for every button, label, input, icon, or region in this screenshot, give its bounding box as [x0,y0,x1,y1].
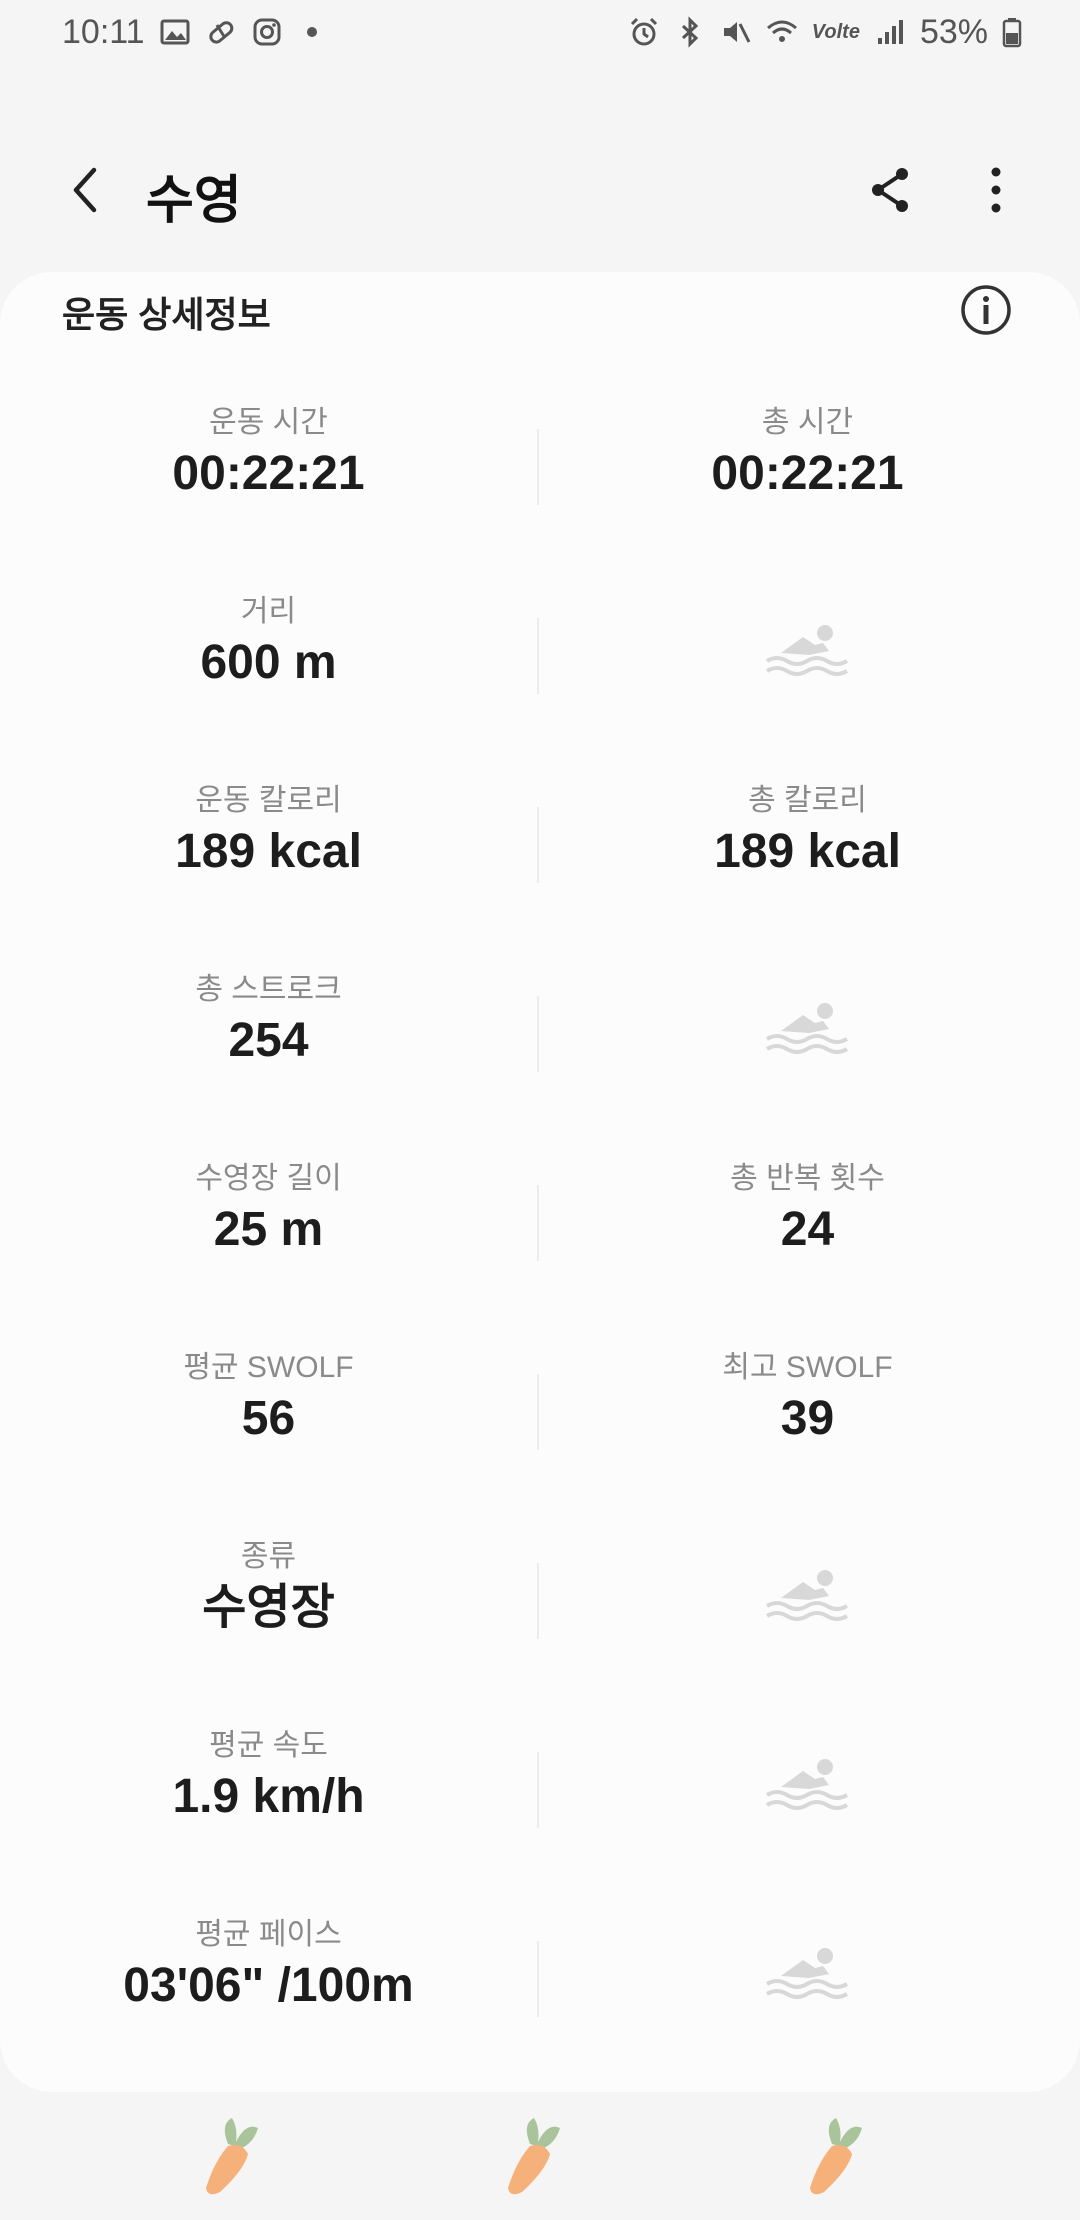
status-time: 10:11 [62,12,145,51]
metric-label: 평균 페이스 [195,1918,342,1951]
info-button[interactable] [958,282,1014,338]
metric-cell: 운동 시간 00:22:21 [0,372,537,561]
metric-value: 39 [780,1392,835,1445]
gallery-icon [160,19,190,45]
metric-cell: 거리 600 m [0,561,537,750]
signal-icon [877,20,903,44]
status-bar-right: Volte 53% [628,13,1022,52]
bluetooth-icon [681,16,698,48]
swimmer-icon [765,625,849,676]
metric-cell: 총 칼로리 189 kcal [539,750,1076,939]
metric-label: 총 반복 횟수 [730,1162,885,1195]
metric-cell: 평균 SWOLF 56 [0,1317,537,1506]
metric-label: 거리 [240,595,297,628]
mute-icon [723,22,751,43]
page-title: 수영 [146,172,242,230]
notification-dot-icon [306,27,317,37]
metric-label: 최고 SWOLF [722,1351,893,1384]
metric-cell: 종류 수영장 [0,1506,537,1695]
metric-label: 총 스트로크 [195,973,342,1006]
metric-value: 수영장 [202,1581,335,1634]
status-bar-left: 10:11 [62,13,317,52]
details-row: 운동 칼로리 189 kcal 총 칼로리 189 kcal [0,750,1080,939]
metric-label: 평균 속도 [209,1729,328,1762]
bottom-decoration-bar [0,2110,1080,2220]
metric-label: 운동 칼로리 [195,784,342,817]
carrot-icon [206,2118,258,2195]
metric-cell: 수영장 길이 25 m [0,1128,537,1317]
workout-details-card: 운동 상세정보 운동 시간 00:22:21 총 시간 00:22:21 거리 … [0,272,1080,2092]
metric-value: 24 [780,1203,835,1256]
swimmer-icon [765,1003,849,1054]
metric-value: 56 [241,1392,296,1445]
details-row: 평균 SWOLF 56 최고 SWOLF 39 [0,1317,1080,1506]
metric-cell [539,1695,1076,1884]
metric-cell [539,939,1076,1128]
details-row: 총 스트로크 254 [0,939,1080,1128]
alarm-icon [630,17,657,46]
details-grid: 운동 시간 00:22:21 총 시간 00:22:21 거리 600 m 운동… [0,372,1080,2073]
metric-cell: 총 반복 횟수 24 [539,1128,1076,1317]
instagram-icon [253,18,281,46]
carrot-icon [810,2118,862,2195]
metric-cell: 총 스트로크 254 [0,939,537,1128]
metric-cell [539,561,1076,750]
metric-label: 종류 [240,1540,297,1573]
swimmer-icon [765,1948,849,1999]
details-row: 거리 600 m [0,561,1080,750]
volte-label: Volte [811,20,860,43]
metric-value: 03'06" /100m [123,1959,414,2012]
metric-cell: 총 시간 00:22:21 [539,372,1076,561]
pill-icon [208,21,233,44]
swimmer-icon [765,1570,849,1621]
share-button[interactable] [862,160,918,220]
carrot-icon [508,2118,560,2195]
metric-cell: 평균 페이스 03'06" /100m [0,1884,537,2073]
details-row: 수영장 길이 25 m 총 반복 횟수 24 [0,1128,1080,1317]
metric-value: 189 kcal [175,825,362,878]
details-row: 종류 수영장 [0,1506,1080,1695]
metric-value: 1.9 km/h [172,1770,365,1823]
metric-label: 총 칼로리 [748,784,867,817]
details-row: 운동 시간 00:22:21 총 시간 00:22:21 [0,372,1080,561]
status-bar: 10:11 Volte 53% [0,0,1080,64]
metric-value: 189 kcal [714,825,901,878]
battery-icon [1002,18,1022,48]
swimmer-icon [765,1759,849,1810]
metric-value: 00:22:21 [711,447,904,500]
details-row: 평균 속도 1.9 km/h [0,1695,1080,1884]
metric-cell [539,1506,1076,1695]
app-header: 수영 [0,130,1080,250]
back-button[interactable] [58,160,118,220]
metric-cell: 운동 칼로리 189 kcal [0,750,537,939]
details-row: 평균 페이스 03'06" /100m [0,1884,1080,2073]
card-title: 운동 상세정보 [62,294,271,335]
metric-cell: 최고 SWOLF 39 [539,1317,1076,1506]
metric-cell [539,1884,1076,2073]
metric-cell: 평균 속도 1.9 km/h [0,1695,537,1884]
metric-label: 운동 시간 [209,406,328,439]
metric-label: 수영장 길이 [195,1162,342,1195]
metric-value: 00:22:21 [172,447,365,500]
wifi-icon [766,20,797,42]
metric-value: 254 [228,1014,309,1067]
metric-label: 총 시간 [761,406,854,439]
metric-label: 평균 SWOLF [183,1351,354,1384]
metric-value: 25 m [213,1203,324,1256]
battery-percent: 53% [919,12,988,51]
more-options-button[interactable] [968,160,1024,220]
metric-value: 600 m [200,636,337,689]
